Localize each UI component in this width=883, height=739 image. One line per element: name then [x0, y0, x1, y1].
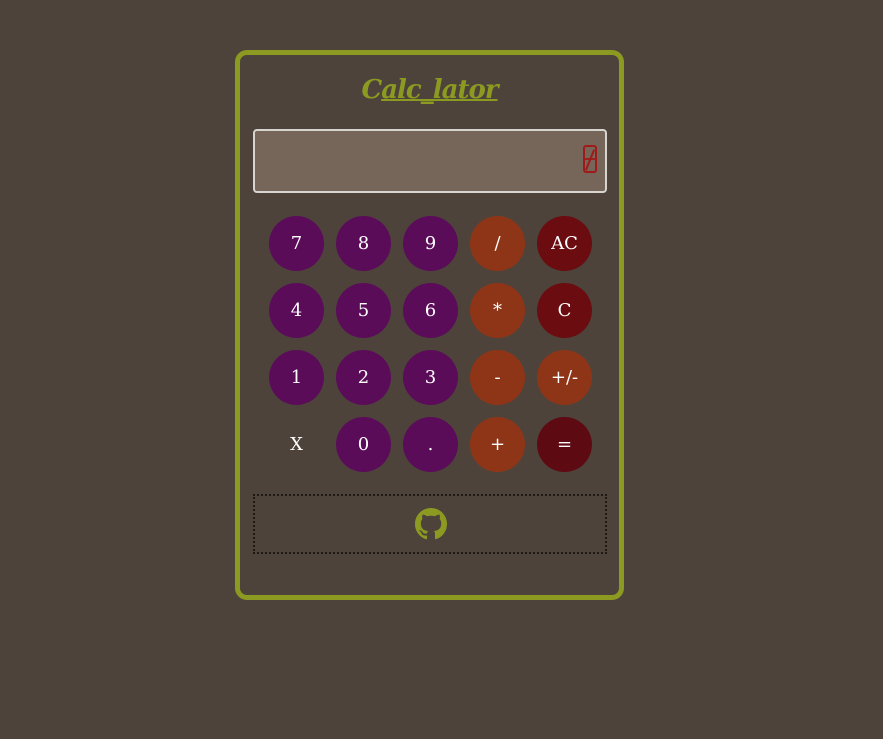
key-1[interactable]: 1 — [269, 350, 324, 405]
key-x[interactable]: X — [269, 417, 324, 472]
app-title-rest: alc_lator — [381, 75, 498, 105]
app-title-prefix: C — [361, 75, 382, 105]
key-add[interactable]: + — [470, 417, 525, 472]
key-8[interactable]: 8 — [336, 216, 391, 271]
key-0[interactable]: 0 — [336, 417, 391, 472]
key-9[interactable]: 9 — [403, 216, 458, 271]
key-4[interactable]: 4 — [269, 283, 324, 338]
key-equals[interactable]: = — [537, 417, 592, 472]
key-all-clear[interactable]: AC — [537, 216, 592, 271]
footer — [253, 494, 607, 554]
key-7[interactable]: 7 — [269, 216, 324, 271]
key-6[interactable]: 6 — [403, 283, 458, 338]
key-3[interactable]: 3 — [403, 350, 458, 405]
github-icon[interactable] — [415, 508, 447, 540]
key-decimal[interactable]: . — [403, 417, 458, 472]
empty-display-icon — [583, 145, 597, 173]
app-title: Calc_lator — [240, 75, 619, 105]
key-clear[interactable]: C — [537, 283, 592, 338]
key-negate[interactable]: +/- — [537, 350, 592, 405]
key-subtract[interactable]: - — [470, 350, 525, 405]
calculator-display — [253, 129, 607, 193]
key-divide[interactable]: / — [470, 216, 525, 271]
key-5[interactable]: 5 — [336, 283, 391, 338]
key-2[interactable]: 2 — [336, 350, 391, 405]
calculator-container: Calc_lator 7 8 9 / AC 4 5 6 * C 1 2 3 - … — [235, 50, 624, 600]
key-multiply[interactable]: * — [470, 283, 525, 338]
